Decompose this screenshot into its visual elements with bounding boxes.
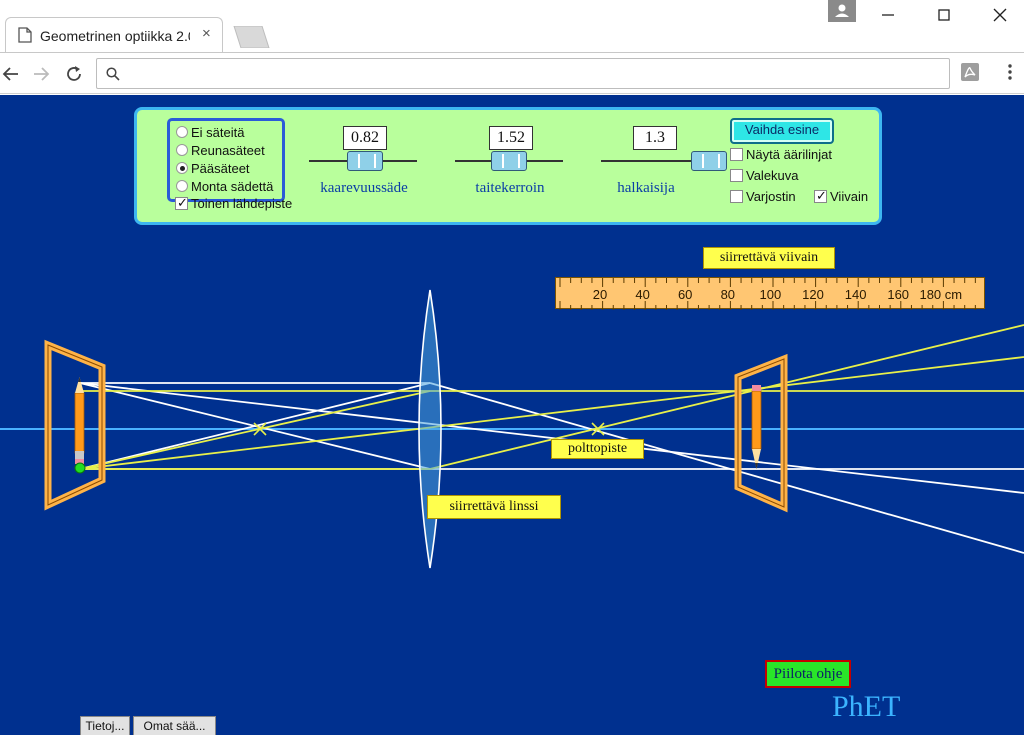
lens-label: siirrettävä linssi <box>427 495 561 519</box>
more-menu-icon[interactable] <box>1000 62 1020 82</box>
ray-option-label: Pääsäteet <box>191 160 250 176</box>
ray-option-label: Monta sädettä <box>191 178 274 194</box>
diameter-slider: 1.3 halkaisija <box>601 126 727 206</box>
ruler-toggle-label: Viivain <box>830 189 869 204</box>
ruler-scale: 20 40 60 80 100 120 140 160 180 cm <box>559 278 976 310</box>
browser-tab[interactable]: Geometrinen optiikka 2.0 × <box>5 17 223 52</box>
ruler-tick-label: 180 cm <box>919 287 962 302</box>
lens[interactable] <box>418 289 442 569</box>
hide-help-button[interactable]: Piilota ohje <box>765 660 851 688</box>
maximize-icon[interactable] <box>934 5 954 25</box>
ray-option-label: Ei säteitä <box>191 124 245 140</box>
radio-icon <box>176 144 188 156</box>
virtual-image-checkbox[interactable]: Valekuva <box>730 168 799 183</box>
screen-label: Varjostin <box>746 189 796 204</box>
curvature-label: kaarevuussäde <box>320 180 408 196</box>
checkbox-checked-icon <box>175 195 188 211</box>
reload-icon[interactable] <box>63 63 85 85</box>
ray-option-many[interactable]: Monta sädettä <box>176 177 273 195</box>
ray-option-principal[interactable]: Pääsäteet <box>176 159 250 177</box>
ruler-label: siirrettävä viivain <box>703 247 835 269</box>
profile-icon[interactable] <box>828 0 856 22</box>
second-source-label: Toinen lähdepiste <box>191 196 293 211</box>
ray-option-marginal[interactable]: Reunasäteet <box>176 141 265 159</box>
close-window-icon[interactable] <box>990 5 1010 25</box>
white-rays <box>79 382 1024 554</box>
second-source-checkbox[interactable]: Toinen lähdepiste <box>175 195 293 211</box>
ruler-tick-label: 120 <box>802 287 824 302</box>
movable-ruler[interactable]: 20 40 60 80 100 120 140 160 180 cm <box>555 277 985 310</box>
radio-selected-icon <box>176 162 188 174</box>
slider-thumb[interactable] <box>491 151 527 171</box>
search-icon <box>106 67 120 81</box>
ray-type-group: Ei säteitä Reunasäteet Pääsäteet Monta s… <box>167 118 285 202</box>
ray-option-none[interactable]: Ei säteitä <box>176 123 244 141</box>
ruler-checkbox[interactable]: Viivain <box>814 188 869 204</box>
tab-close-icon[interactable]: × <box>202 26 211 42</box>
curvature-slider: 0.82 kaarevuussäde <box>309 126 419 206</box>
slider-thumb[interactable] <box>691 151 727 171</box>
checkbox-icon <box>730 190 743 203</box>
pencil-object-icon[interactable] <box>74 377 86 474</box>
title-bar: Geometrinen optiikka 2.0 × <box>0 0 1024 52</box>
checkbox-icon <box>730 169 743 182</box>
curvature-value[interactable]: 0.82 <box>343 126 387 150</box>
phet-logo[interactable]: PhET <box>832 690 900 724</box>
show-edges-label: Näytä äärilinjat <box>746 147 832 162</box>
new-tab-button[interactable] <box>232 26 270 48</box>
tab-title: Geometrinen optiikka 2.0 <box>40 28 190 44</box>
pdf-extension-icon[interactable] <box>960 62 980 82</box>
ruler-tick-label: 100 <box>760 287 782 302</box>
screen-checkbox[interactable]: Varjostin <box>730 189 796 204</box>
swap-object-button[interactable]: Vaihda esine <box>730 118 834 144</box>
ray-option-label: Reunasäteet <box>191 142 265 158</box>
ruler-tick-label: 60 <box>678 287 692 302</box>
slider-thumb[interactable] <box>347 151 383 171</box>
ruler-tick-label: 160 <box>887 287 909 302</box>
document-icon <box>18 27 32 43</box>
focal-point-label: polttopiste <box>551 439 644 459</box>
refractive-index-value[interactable]: 1.52 <box>489 126 533 150</box>
back-arrow-icon[interactable] <box>0 63 22 85</box>
ruler-tick-label: 40 <box>635 287 649 302</box>
address-bar[interactable] <box>96 58 950 89</box>
info-button[interactable]: Tietoj... <box>80 716 130 735</box>
minimize-icon[interactable] <box>878 5 898 25</box>
address-input[interactable] <box>127 63 937 85</box>
browser-toolbar <box>0 52 1024 94</box>
refractive-index-label: taitekerroin <box>475 180 545 196</box>
optics-simulation: Ei säteitä Reunasäteet Pääsäteet Monta s… <box>0 95 1024 735</box>
ruler-tick-label: 80 <box>721 287 735 302</box>
settings-button[interactable]: Omat sää... <box>133 716 216 735</box>
checkbox-icon <box>730 148 743 161</box>
radio-icon <box>176 180 188 192</box>
diameter-value[interactable]: 1.3 <box>633 126 677 150</box>
ruler-tick-label: 140 <box>845 287 867 302</box>
radio-icon <box>176 126 188 138</box>
diameter-label: halkaisija <box>617 180 675 196</box>
show-edges-checkbox[interactable]: Näytä äärilinjat <box>730 147 832 162</box>
control-panel: Ei säteitä Reunasäteet Pääsäteet Monta s… <box>134 107 882 225</box>
pencil-image-icon <box>751 385 762 469</box>
virtual-image-label: Valekuva <box>746 168 799 183</box>
checkbox-checked-icon <box>814 188 827 204</box>
forward-arrow-icon[interactable] <box>30 63 52 85</box>
refractive-index-slider: 1.52 taitekerroin <box>455 126 565 206</box>
ruler-tick-label: 20 <box>593 287 607 302</box>
